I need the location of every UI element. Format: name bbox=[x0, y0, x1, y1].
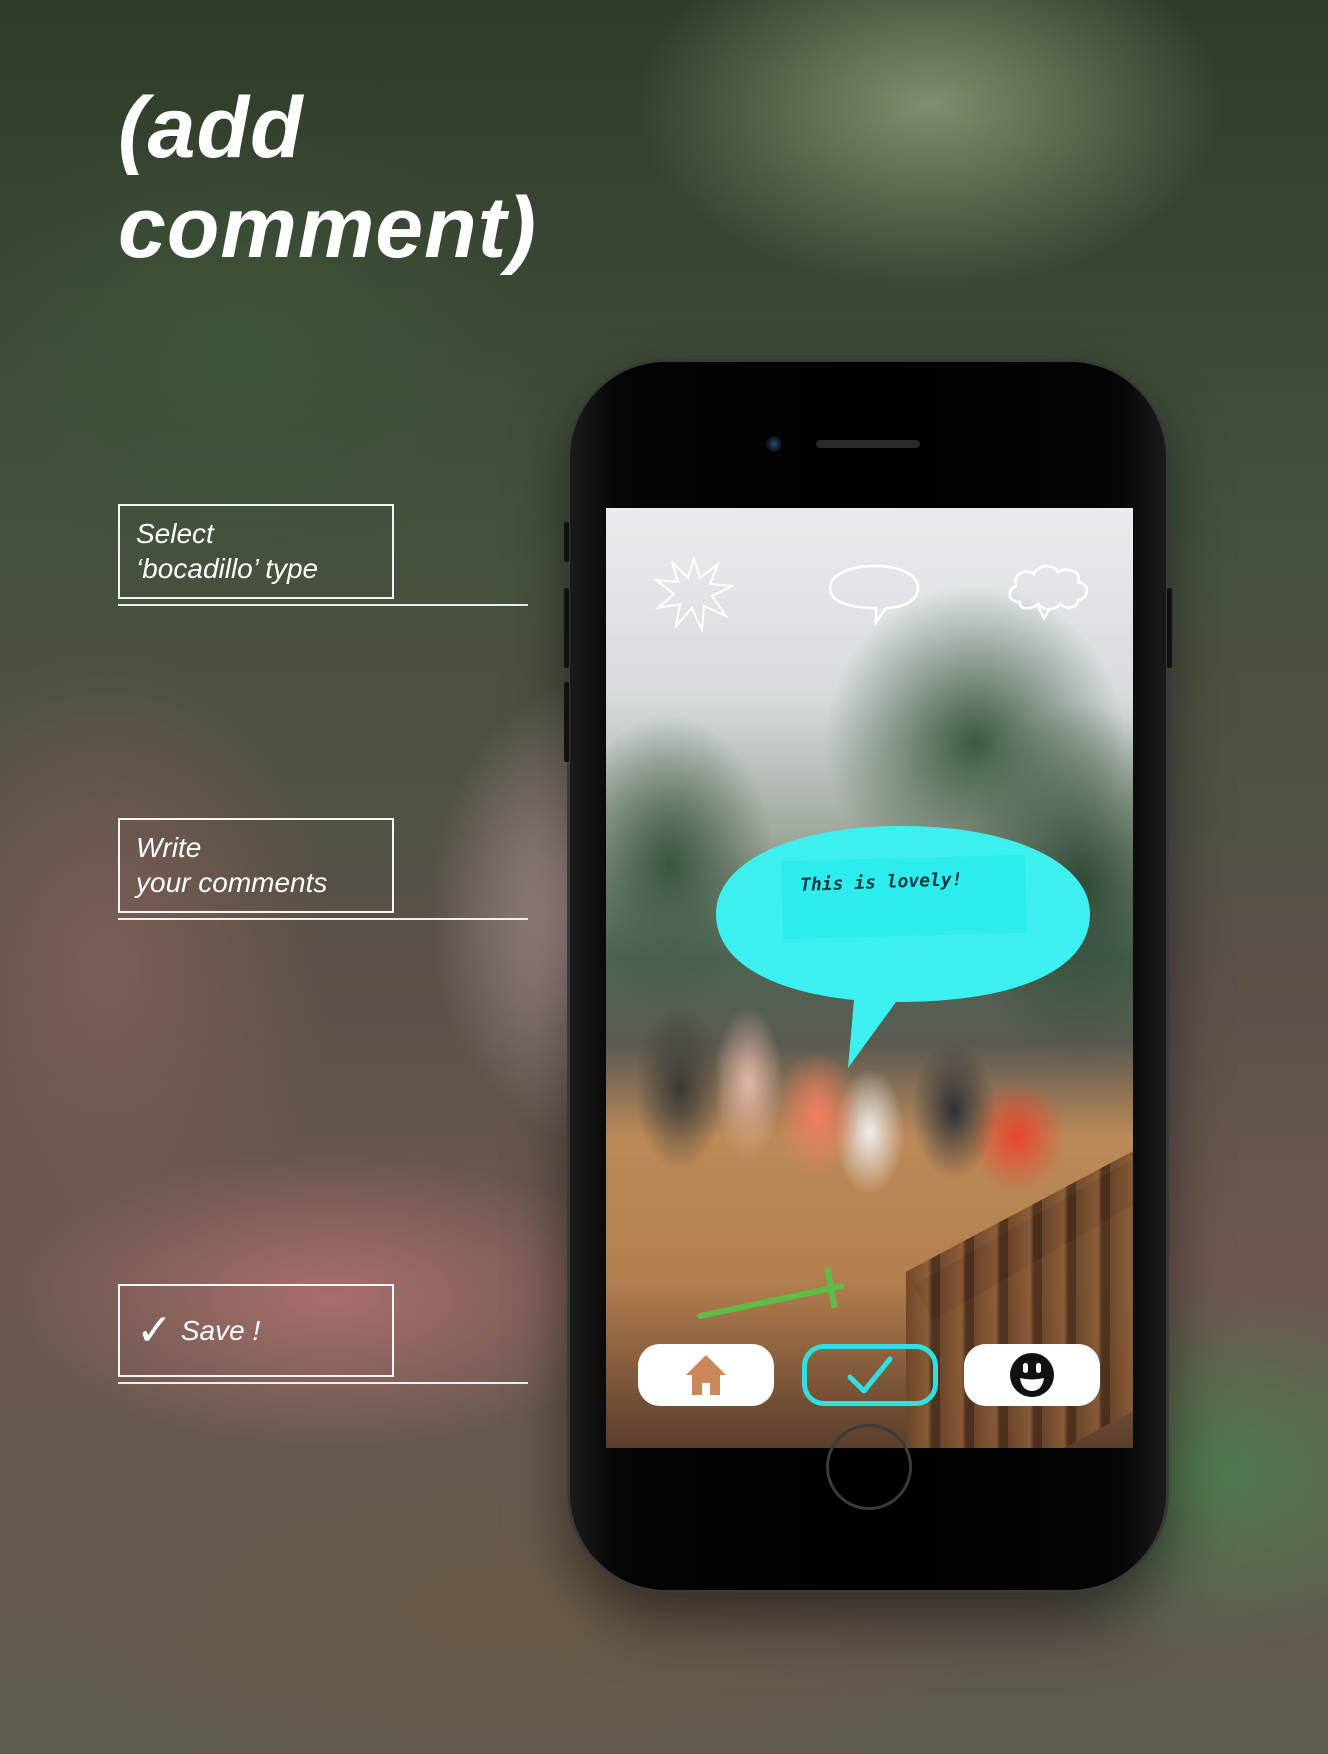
step-1-line-2: ‘bocadillo’ type bbox=[136, 553, 319, 584]
home-icon bbox=[686, 1355, 726, 1395]
speech-bubble-icon[interactable] bbox=[826, 562, 922, 628]
step-select-bubble-type: Select ‘bocadillo’ type bbox=[118, 504, 394, 599]
title-line-2: comment) bbox=[118, 180, 537, 276]
save-button[interactable] bbox=[802, 1344, 938, 1406]
step-2-line-2: your comments bbox=[136, 867, 328, 898]
title-line-1: (add bbox=[118, 80, 304, 176]
step-3-underline bbox=[118, 1382, 528, 1384]
step-1-line-1: Select bbox=[136, 518, 214, 549]
phone-home-button[interactable] bbox=[826, 1424, 912, 1510]
thought-bubble-icon[interactable] bbox=[1002, 562, 1094, 624]
mute-switch bbox=[564, 522, 569, 562]
home-button[interactable] bbox=[638, 1344, 774, 1406]
comment-input-field[interactable] bbox=[781, 854, 1027, 940]
smiley-icon bbox=[1010, 1353, 1054, 1397]
step-1-underline bbox=[118, 604, 528, 606]
step-3-label: Save ! bbox=[180, 1315, 261, 1346]
earpiece-speaker bbox=[816, 440, 920, 448]
front-camera bbox=[766, 436, 782, 452]
step-save: ✓ Save ! bbox=[118, 1284, 394, 1377]
emoji-button[interactable] bbox=[964, 1344, 1100, 1406]
page-title: (add comment) bbox=[118, 78, 537, 278]
step-2-underline bbox=[118, 918, 528, 920]
volume-up-button bbox=[564, 588, 569, 668]
check-icon bbox=[847, 1356, 893, 1394]
volume-down-button bbox=[564, 682, 569, 762]
phone-mockup: This is lovely! bbox=[564, 362, 1172, 1590]
power-button bbox=[1167, 588, 1172, 668]
step-2-line-1: Write bbox=[136, 832, 202, 863]
checkmark-icon: ✓ bbox=[136, 1305, 173, 1355]
burst-bubble-icon[interactable] bbox=[654, 556, 734, 632]
scooter bbox=[697, 1282, 845, 1320]
step-write-comments: Write your comments bbox=[118, 818, 394, 913]
app-screen: This is lovely! bbox=[606, 508, 1133, 1448]
